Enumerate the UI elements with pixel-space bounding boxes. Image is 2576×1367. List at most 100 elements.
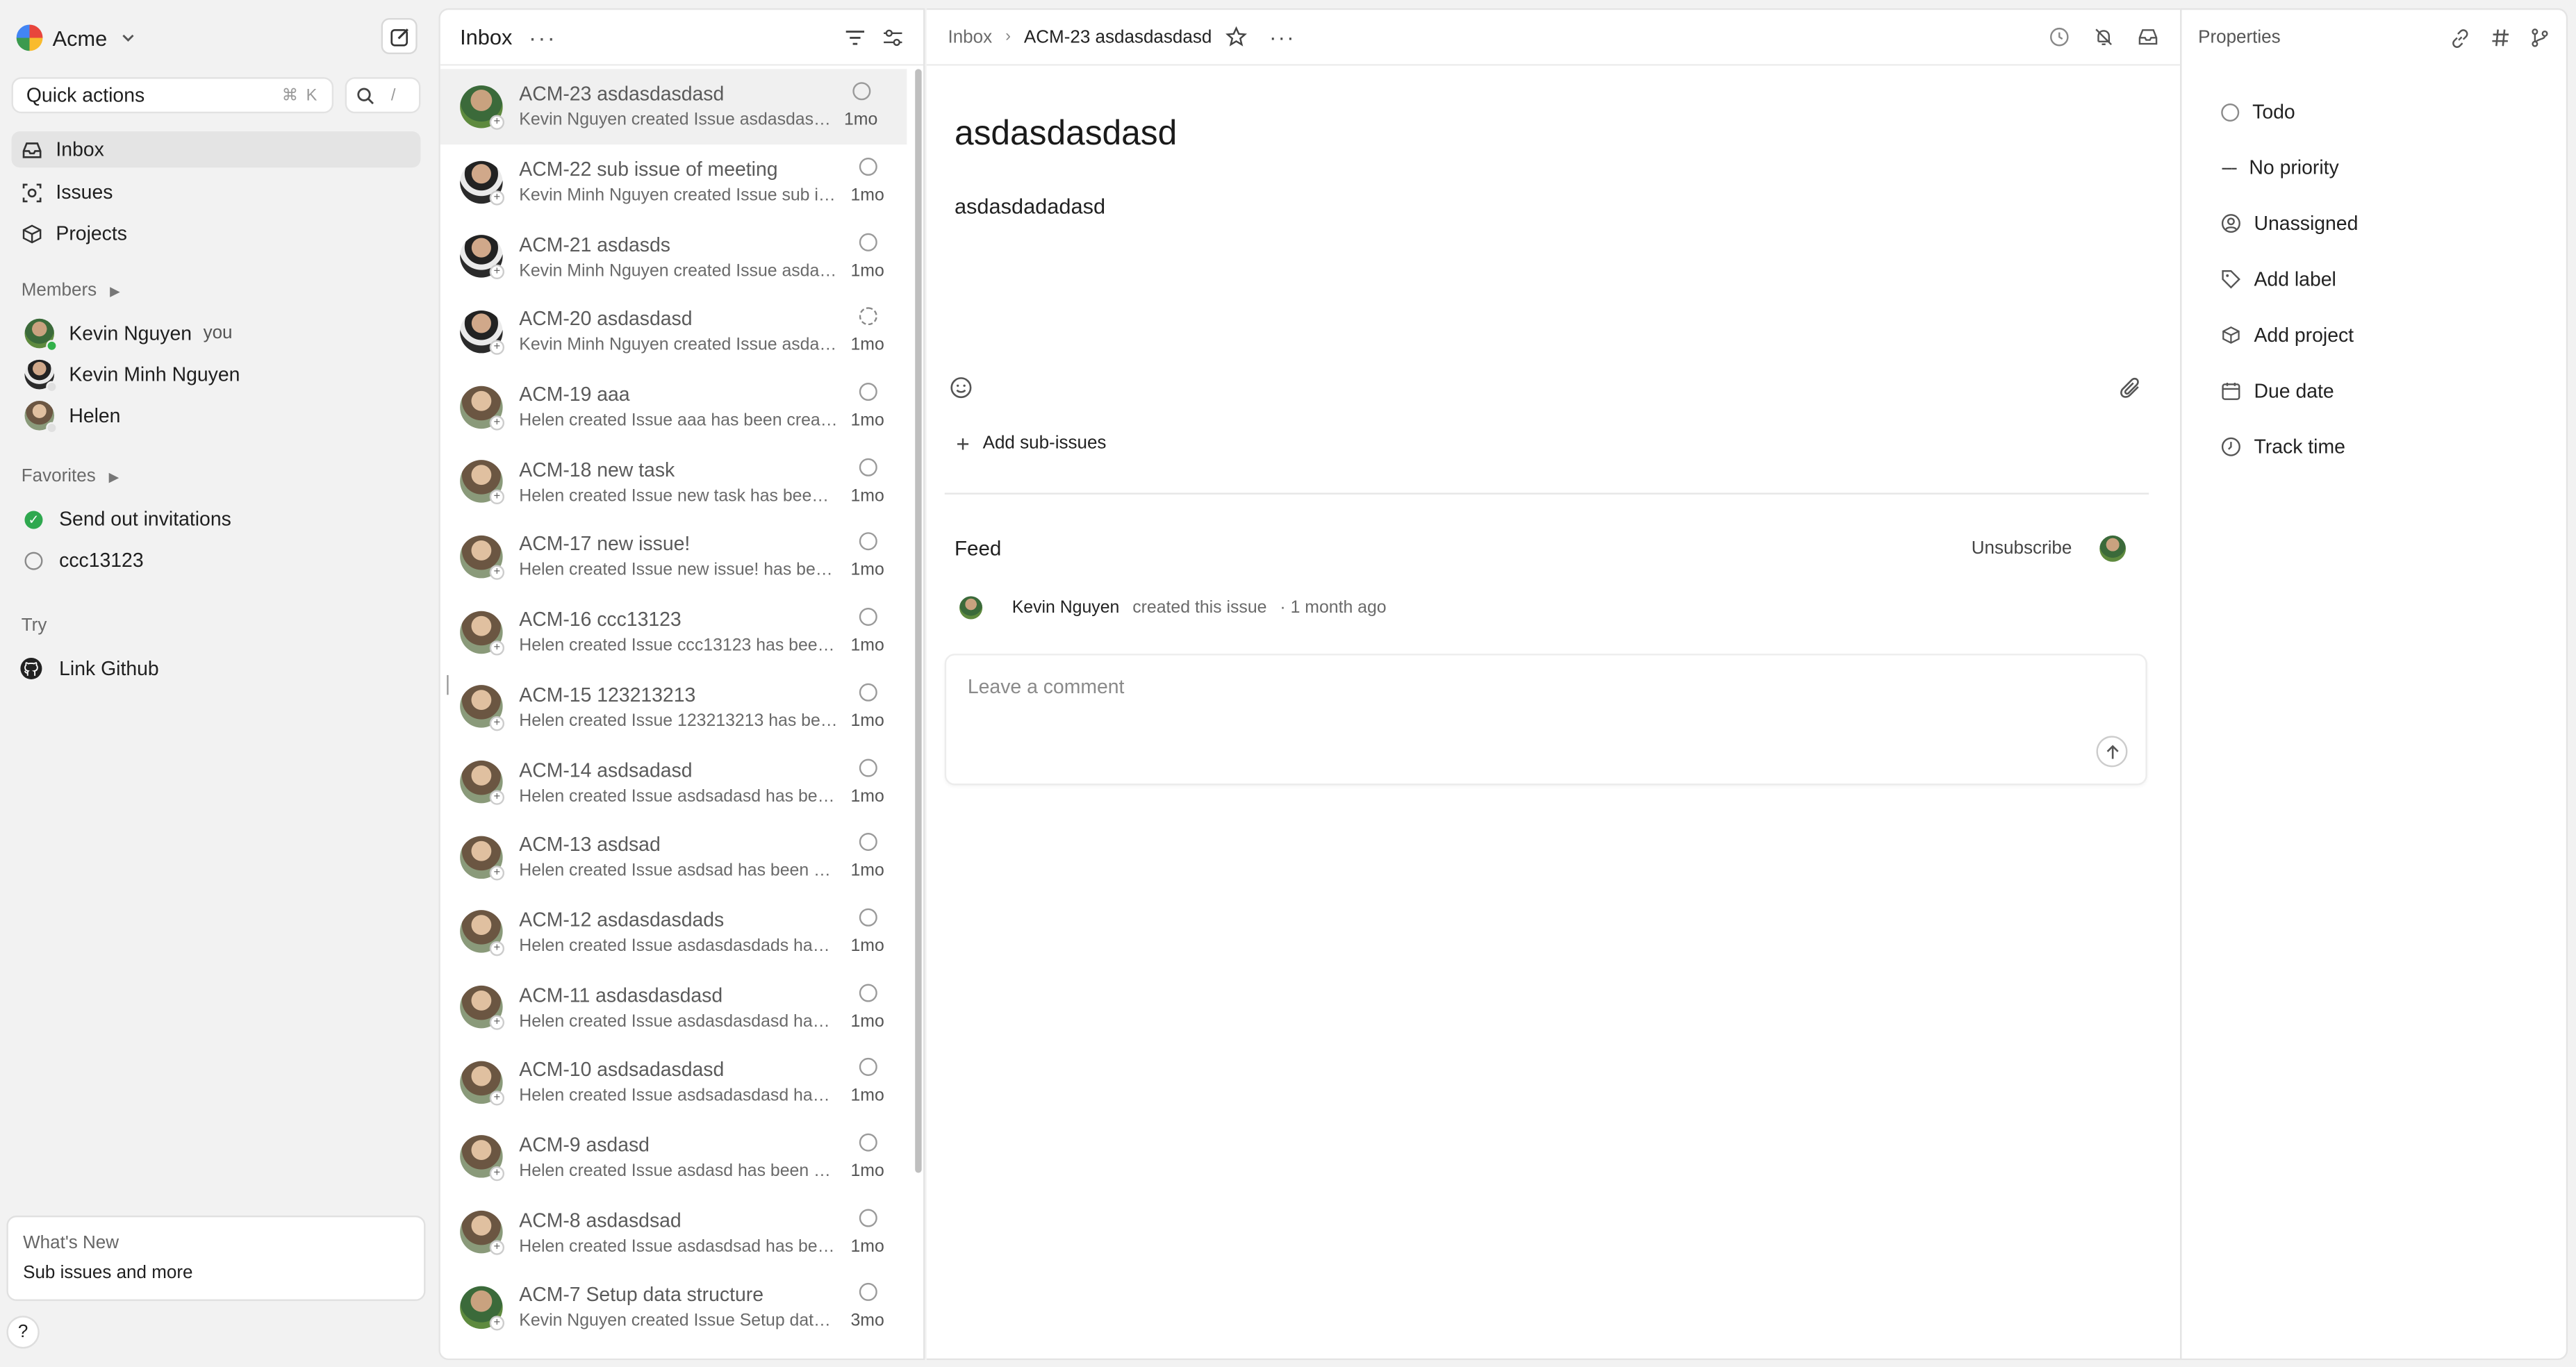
assignee-property[interactable]: Unassigned [2221,207,2358,240]
due-date-property[interactable]: Due date [2221,374,2334,407]
favorite-item[interactable]: ccc13123 [24,544,144,577]
favorites-section-toggle[interactable]: Favorites ▶ [22,467,119,486]
inbox-item-meta: 1mo [832,83,891,131]
inbox-item-text: ACM-8 asdasdsad Helen created Issue asdas… [519,1209,838,1257]
favorite-star-button[interactable] [1225,26,1246,48]
help-button[interactable]: ? [6,1316,40,1349]
created-badge-icon: + [489,1091,504,1106]
nav-inbox[interactable]: Inbox [11,131,421,168]
label-property[interactable]: Add label [2221,263,2336,295]
tag-icon [2222,270,2240,289]
inbox-item[interactable]: + ACM-9 asdasd Helen created Issue asdasd … [440,1120,914,1195]
whats-new-card[interactable]: What's New Sub issues and more [6,1215,426,1301]
inbox-item[interactable]: + ACM-22 sub issue of meeting Kevin Minh N… [440,144,914,219]
inbox-item[interactable]: + ACM-10 asdsadasdasd Helen created Issue … [440,1045,914,1120]
members-section-toggle[interactable]: Members ▶ [22,281,120,300]
whats-new-title: What's New [23,1233,119,1254]
workspace-switcher[interactable]: Acme [16,19,137,56]
inbox-item[interactable]: + ACM-12 asdasdasdads Helen created Issue … [440,895,914,970]
issue-description[interactable]: asdasdadadasd [955,194,1105,218]
activity-user[interactable]: Kevin Nguyen [1012,598,1120,618]
more-options-icon[interactable]: ··· [529,24,556,50]
inbox-item-text: ACM-18 new task Helen created Issue new t… [519,458,838,506]
todo-circle-icon [852,83,870,101]
display-settings-button[interactable] [882,27,904,47]
created-badge-icon: + [489,265,504,280]
created-badge-icon: + [489,190,504,205]
priority-property[interactable]: --- No priority [2221,151,2339,184]
inbox-item[interactable]: + ACM-15 123213213 Helen created Issue 123… [440,670,914,745]
nav-issues[interactable]: Issues [12,174,421,210]
filter-button[interactable] [845,27,866,47]
inbox-item[interactable]: + ACM-7 Setup data structure Kevin Nguyen … [440,1270,914,1345]
inbox-item[interactable]: + ACM-8 asdasdsad Helen created Issue asda… [440,1195,914,1270]
send-comment-button[interactable] [2096,736,2128,768]
inbox-item[interactable]: + ACM-23 asdasdasdasd Kevin Nguyen created… [440,69,907,144]
inbox-item-time: 1mo [850,185,884,206]
inbox-item[interactable]: + ACM-19 aaa Helen created Issue aaa has b… [440,369,914,444]
emoji-button[interactable] [950,376,973,399]
workspace-name: Acme [52,25,108,51]
inbox-item-time: 1mo [850,1086,884,1107]
archive-button[interactable] [2138,26,2159,48]
attach-button[interactable] [2120,376,2142,399]
inbox-item-title: ACM-8 asdasdsad [519,1208,682,1232]
issue-title[interactable]: asdasdasdasd [955,115,1177,155]
breadcrumb-root[interactable]: Inbox [948,27,992,47]
inbox-item-title: ACM-9 asdasd [519,1133,650,1157]
resize-handle[interactable] [447,674,449,695]
more-options-icon[interactable]: ··· [1269,24,1296,49]
inbox-item[interactable]: + ACM-14 asdsadasd Helen created Issue asd… [440,745,914,820]
inbox-scrollbar[interactable] [915,69,922,1173]
inbox-item[interactable]: + ACM-11 asdasdasdasd Helen created Issue … [440,970,914,1045]
subscriber-avatar[interactable] [2099,535,2127,562]
inbox-item[interactable]: + ACM-16 ccc13123 Helen created Issue ccc1… [440,595,914,670]
inbox-item[interactable]: + ACM-17 new issue! Helen created Issue ne… [440,520,914,595]
plus-icon: + [956,430,970,457]
offline-indicator [46,422,58,434]
created-badge-icon: + [489,865,504,881]
inbox-item-subtitle: Helen created Issue asdsad has been crea… [519,861,839,881]
status-property[interactable]: Todo [2221,95,2295,128]
member-item[interactable]: Kevin Nguyen you [24,317,233,352]
search-button[interactable]: / [345,77,421,114]
nav-inbox-label: Inbox [56,138,104,161]
unsubscribe-button[interactable]: Unsubscribe [1972,539,2072,558]
inbox-item[interactable]: + ACM-20 asdasdasd Kevin Minh Nguyen creat… [440,294,914,369]
copy-link-button[interactable] [2450,27,2471,49]
copy-id-button[interactable] [2491,28,2510,47]
created-badge-icon: + [489,115,504,130]
inbox-icon [2138,29,2158,45]
status-value: Todo [2252,100,2295,124]
add-sub-issues-button[interactable]: + Add sub-issues [956,431,1106,457]
inbox-item-meta: 1mo [838,608,897,656]
issue-detail: Inbox › ACM-23 asdasdasdasd ··· asdasdas… [926,8,2181,1361]
inbox-item-subtitle: Helen created Issue 123213213 has been c… [519,711,839,731]
history-button[interactable] [2049,26,2070,48]
member-item[interactable]: Kevin Minh Nguyen [24,358,240,393]
inbox-item-title: ACM-21 asdasds [519,233,670,256]
member-item[interactable]: Helen [24,399,120,434]
inbox-item-text: ACM-13 asdsad Helen created Issue asdsad … [519,833,838,881]
link-github-button[interactable]: Link Github [19,652,159,685]
inbox-item-meta: 3mo [838,1283,897,1331]
comment-editor[interactable]: Leave a comment [944,654,2147,786]
quick-actions-button[interactable]: Quick actions ⌘ K [11,77,334,114]
copy-branch-button[interactable] [2530,28,2550,47]
todo-circle-icon [858,1283,877,1302]
mute-notifications-button[interactable] [2093,26,2115,48]
inbox-item-title: ACM-12 asdasdasdads [519,908,725,931]
inbox-item-title: ACM-10 asdsadasdasd [519,1058,725,1082]
comment-placeholder[interactable]: Leave a comment [968,675,1125,698]
avatar [24,318,58,352]
inbox-item[interactable]: + ACM-18 new task Helen created Issue new … [440,445,914,520]
favorite-item[interactable]: ✓ Send out invitations [24,503,231,536]
track-time-property[interactable]: Track time [2221,431,2345,463]
properties-panel: Properties Todo --- No priority Unassign… [2180,8,2568,1361]
new-issue-button[interactable] [381,18,418,55]
nav-projects[interactable]: Projects [12,215,421,251]
inbox-item[interactable]: + ACM-13 asdsad Helen created Issue asdsad… [440,820,914,895]
project-property[interactable]: Add project [2221,319,2354,351]
sliders-icon [884,28,902,45]
inbox-item[interactable]: + ACM-21 asdasds Kevin Minh Nguyen created… [440,219,914,294]
